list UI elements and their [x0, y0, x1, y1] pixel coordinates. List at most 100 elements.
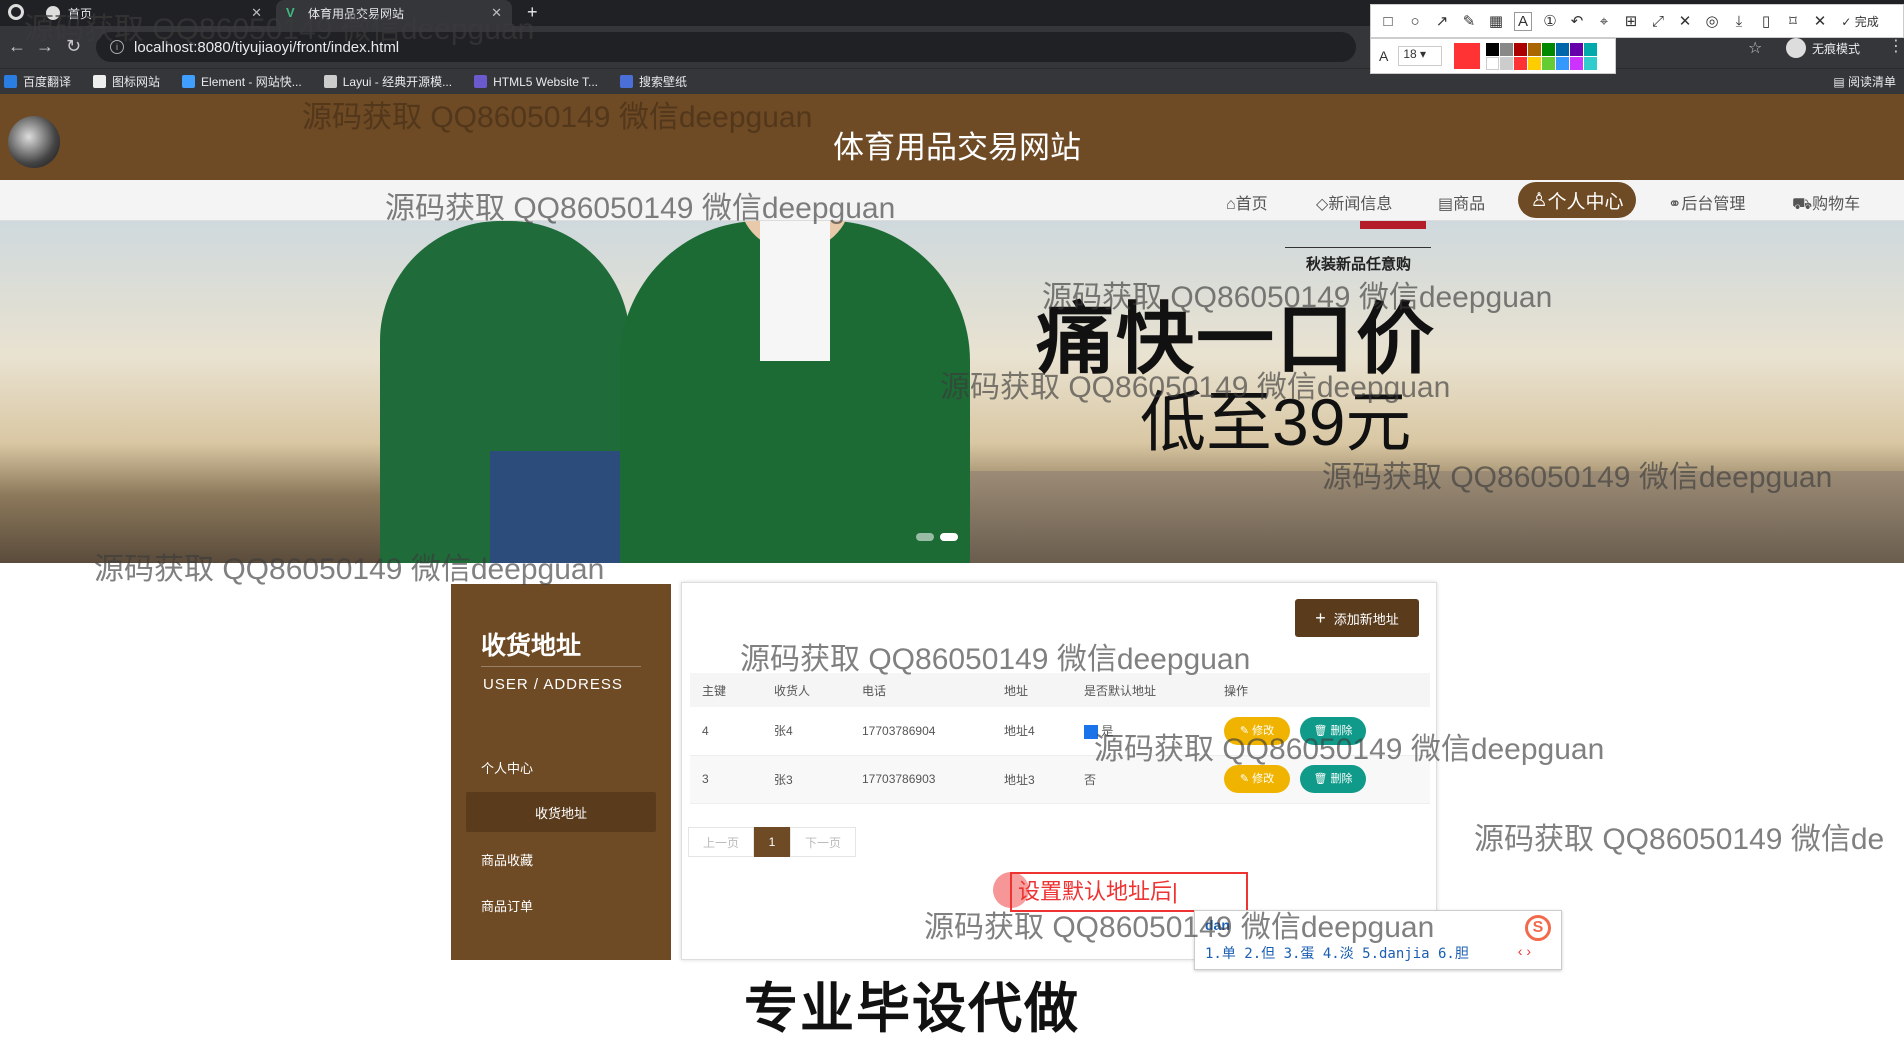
edit-button[interactable]: ✎ 修改	[1224, 765, 1290, 793]
sidebar-divider	[481, 666, 641, 667]
reading-list[interactable]: ▤ 阅读清单	[1833, 73, 1896, 90]
bookmark-item[interactable]: 图标网站	[93, 73, 160, 90]
prev-page-button[interactable]: 上一页	[688, 827, 754, 857]
cart-icon: ⛟	[1792, 196, 1813, 213]
annotation-text: 设置默认地址后	[1018, 879, 1173, 904]
bookmark-item[interactable]: HTML5 Website T...	[474, 75, 598, 89]
sidebar-item-favorites[interactable]: 商品收藏	[481, 850, 533, 869]
cell-addr: 地址4	[1004, 724, 1035, 739]
bookmark-star-icon[interactable]: ☆	[1748, 38, 1762, 58]
back-icon[interactable]: ←	[8, 36, 26, 57]
bookmark-icon[interactable]: ⌑	[1784, 12, 1802, 30]
nav-cart-label: 购物车	[1812, 196, 1861, 213]
font-size-select[interactable]: 18 ▾	[1398, 46, 1443, 66]
save-icon[interactable]: ▯	[1757, 12, 1775, 30]
cancel-icon[interactable]: ✕	[1811, 12, 1829, 30]
number-icon[interactable]: ①	[1541, 12, 1559, 30]
tab-active[interactable]: V 体育用品交易网站 ✕	[276, 0, 512, 26]
color-palette[interactable]	[1486, 42, 1598, 70]
bookmark-item[interactable]: Element - 网站快...	[182, 73, 302, 90]
carousel-dot[interactable]	[916, 533, 934, 541]
delete-button[interactable]: 🗑 删除	[1300, 765, 1366, 793]
delete-button[interactable]: 🗑 删除	[1300, 716, 1366, 745]
watermark: 源码获取 QQ86050149 微信de	[1474, 823, 1885, 856]
icon-site-icon	[93, 75, 107, 88]
banner-model-right	[620, 221, 970, 563]
snip-toolbar: □ ○ ↗ ✎ ▦ A ① ↶ ⌖ ⊞ ⤢ ✕ ◎ ⤓ ▯ ⌑ ✕ ✓ 完成	[1370, 4, 1904, 38]
done-button[interactable]: ✓ 完成	[1838, 13, 1882, 30]
record-icon[interactable]: ◎	[1703, 12, 1721, 30]
nav-news[interactable]: ◇新闻信息	[1316, 190, 1392, 214]
ime-page-arrows[interactable]: ‹ ›	[1518, 943, 1531, 959]
sidebar-item-profile[interactable]: 个人中心	[481, 758, 533, 777]
fullscreen-icon[interactable]: ⤢	[1649, 13, 1667, 30]
banner-price: 低至39元	[1140, 385, 1412, 459]
bookmark-item[interactable]: Layui - 经典开源模...	[323, 73, 452, 90]
snip-font-panel: A 18 ▾	[1370, 38, 1616, 74]
close-icon[interactable]: ✕	[491, 5, 502, 21]
vue-icon: V	[286, 5, 295, 20]
ocr-icon[interactable]: ⊞	[1622, 12, 1640, 30]
bookmark-item[interactable]: 百度翻译	[4, 73, 71, 90]
forward-icon[interactable]: →	[36, 36, 54, 57]
sidebar-item-orders[interactable]: 商品订单	[481, 896, 533, 915]
nav-home-label: 首页	[1235, 196, 1268, 213]
nav-admin[interactable]: ⚭后台管理	[1668, 190, 1745, 214]
cell-default: 是	[1072, 707, 1212, 755]
cell-phone: 17703786904	[862, 723, 936, 738]
arrow-icon[interactable]: ↗	[1433, 12, 1451, 30]
text-icon[interactable]: A	[1514, 11, 1532, 31]
site-title: 体育用品交易网站	[833, 130, 1081, 165]
pen-icon[interactable]: ✎	[1460, 12, 1478, 30]
add-address-button[interactable]: + 添加新地址	[1295, 599, 1419, 637]
col-actions: 操作	[1224, 683, 1249, 698]
carousel-dots	[916, 533, 958, 541]
url-input[interactable]: i localhost:8080/tiyujiaoyi/front/index.…	[96, 32, 1356, 62]
info-icon[interactable]: i	[110, 40, 124, 54]
page-1-button[interactable]: 1	[754, 827, 790, 857]
reload-icon[interactable]: ↻	[66, 36, 81, 57]
pin-icon[interactable]: ⌖	[1595, 13, 1613, 30]
incognito-badge[interactable]: 无痕模式	[1786, 38, 1860, 58]
next-page-button[interactable]: 下一页	[790, 827, 856, 857]
cell-actions: ✎ 修改 🗑 删除	[1212, 707, 1430, 755]
sidebar-title: 收货地址	[481, 632, 582, 660]
cell-default: 否	[1084, 772, 1097, 787]
nav-profile[interactable]: ♙ 个人中心	[1518, 182, 1636, 218]
font-icon: A	[1379, 48, 1389, 64]
nav-home[interactable]: ⌂首页	[1226, 190, 1268, 214]
hero-banner[interactable]: 秋装新品任意购 痛快一口价 低至39元	[0, 221, 1904, 563]
text-annotation[interactable]: 设置默认地址后|	[1010, 872, 1248, 912]
banner-model-left	[380, 221, 630, 563]
bookmark-item[interactable]: 搜索壁纸	[620, 73, 687, 90]
url-text: localhost:8080/tiyujiaoyi/front/index.ht…	[134, 38, 400, 56]
current-color-swatch[interactable]	[1454, 43, 1481, 69]
new-tab-button[interactable]: +	[527, 2, 538, 23]
user-sidebar: 收货地址 USER / ADDRESS 个人中心 收货地址 商品收藏 商品订单	[451, 584, 671, 960]
banner-tagline: 秋装新品任意购	[1306, 256, 1412, 273]
main-nav: ⌂首页 ◇新闻信息 ▤商品 ♙ 个人中心 ⚭后台管理 ⛟购物车	[0, 180, 1904, 221]
sidebar-item-address[interactable]: 收货地址	[466, 792, 656, 832]
download-icon[interactable]: ⤓	[1730, 13, 1748, 30]
undo-icon[interactable]: ↶	[1568, 12, 1586, 30]
translate-icon[interactable]: ✕	[1676, 12, 1694, 30]
ime-candidates[interactable]: 1.单 2.但 3.蛋 4.淡 5.danjia 6.胆	[1205, 943, 1469, 963]
grid-icon: ▤	[1438, 196, 1454, 213]
mosaic-icon[interactable]: ▦	[1487, 12, 1505, 30]
table-header: 主键 收货人 电话 地址 是否默认地址 操作	[690, 673, 1430, 707]
carousel-dot-active[interactable]	[940, 533, 958, 541]
ime-candidate-window: dan 1.单 2.但 3.蛋 4.淡 5.danjia 6.胆 ‹ › S	[1194, 910, 1562, 970]
done-label: 完成	[1854, 14, 1879, 29]
close-icon[interactable]: ✕	[251, 5, 262, 21]
rectangle-icon[interactable]: □	[1379, 13, 1397, 30]
default-value: 是	[1101, 724, 1114, 739]
incognito-icon	[1786, 38, 1806, 58]
tab-home[interactable]: 首页 ✕	[36, 0, 272, 26]
bookmark-label: 百度翻译	[23, 75, 72, 89]
nav-goods[interactable]: ▤商品	[1438, 190, 1485, 214]
edit-button[interactable]: ✎ 修改	[1224, 716, 1290, 745]
ellipse-icon[interactable]: ○	[1406, 13, 1424, 30]
nav-cart[interactable]: ⛟购物车	[1792, 190, 1860, 215]
tag-icon: ◇	[1316, 196, 1329, 213]
menu-icon[interactable]: ⋮	[1888, 36, 1904, 56]
